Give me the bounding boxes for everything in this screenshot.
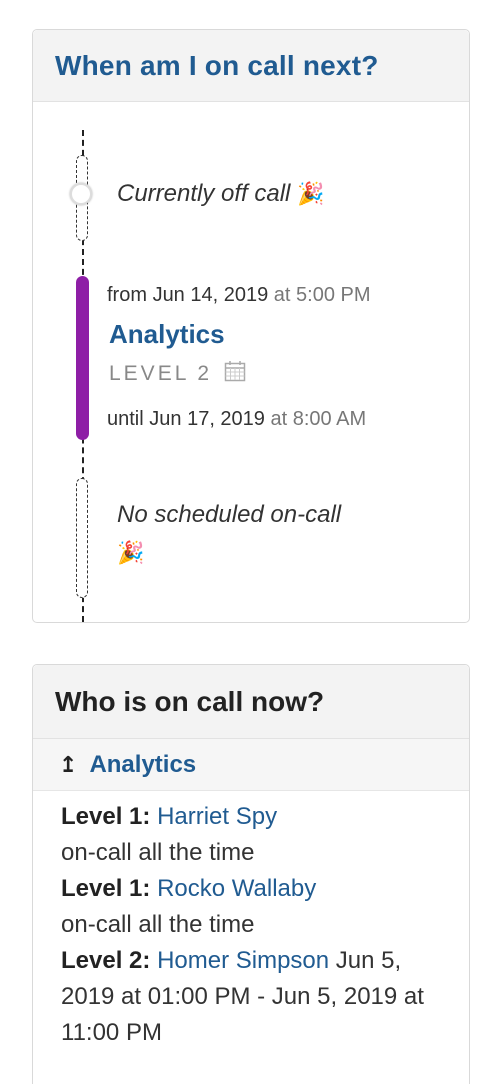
until-date: Jun 17, 2019 [149, 408, 265, 430]
escalation-arrow-icon: ↥ [59, 751, 78, 777]
oncall-list: Level 1: Harriet Spy on-call all the tim… [61, 799, 453, 1051]
oncall-entry: Level 1: Rocko Wallaby on-call all the t… [61, 871, 453, 943]
oncall-entry: Level 2: Homer Simpson Jun 5, 2019 at 01… [61, 943, 453, 1051]
oncall-now-header: Who is on call now? [33, 665, 469, 739]
calendar-icon[interactable] [224, 360, 246, 388]
shift-end: until Jun 17, 2019 at 8:00 AM [107, 408, 366, 431]
oncall-now-card: Who is on call now? ↥ Analytics Level 1:… [32, 664, 470, 1084]
oncall-entry: Level 1: Harriet Spy on-call all the tim… [61, 799, 453, 871]
current-time-marker [70, 183, 92, 205]
on-call-shift-bar[interactable] [76, 276, 89, 440]
entry-level: Level 2: [61, 947, 151, 974]
oncall-now-title: Who is on call now? [55, 685, 325, 717]
next-oncall-title: When am I on call next? [55, 49, 379, 81]
user-link[interactable]: Harriet Spy [157, 803, 277, 830]
until-time: at 8:00 AM [270, 408, 367, 430]
shift-start: from Jun 14, 2019 at 5:00 PM [107, 284, 371, 307]
party-icon: 🎉 [297, 181, 325, 206]
future-off-call-block [76, 478, 88, 598]
from-label: from [107, 284, 147, 306]
current-status-text: Currently off call [117, 180, 291, 207]
escalation-group-header: ↥ Analytics [33, 739, 469, 791]
current-status: Currently off call 🎉 [117, 180, 324, 208]
escalation-policy-link[interactable]: Analytics [89, 751, 196, 779]
party-icon: 🎉 [117, 540, 145, 565]
entry-detail: on-call all the time [61, 911, 255, 938]
user-link[interactable]: Rocko Wallaby [157, 875, 316, 902]
escalation-level: LEVEL 2 [109, 360, 246, 388]
level-label: LEVEL 2 [109, 362, 213, 385]
future-status: No scheduled on-call 🎉 [117, 496, 417, 572]
entry-level: Level 1: [61, 803, 151, 830]
entry-level: Level 1: [61, 875, 151, 902]
schedule-link[interactable]: Analytics [109, 319, 225, 350]
user-link[interactable]: Homer Simpson [157, 947, 329, 974]
from-time: at 5:00 PM [273, 284, 371, 306]
from-date: Jun 14, 2019 [152, 284, 269, 306]
next-oncall-card: When am I on call next? Currently off ca… [32, 29, 470, 623]
future-status-text: No scheduled on-call [117, 501, 342, 528]
until-label: until [107, 408, 144, 430]
next-oncall-header: When am I on call next? [33, 30, 469, 102]
entry-detail: on-call all the time [61, 839, 255, 866]
